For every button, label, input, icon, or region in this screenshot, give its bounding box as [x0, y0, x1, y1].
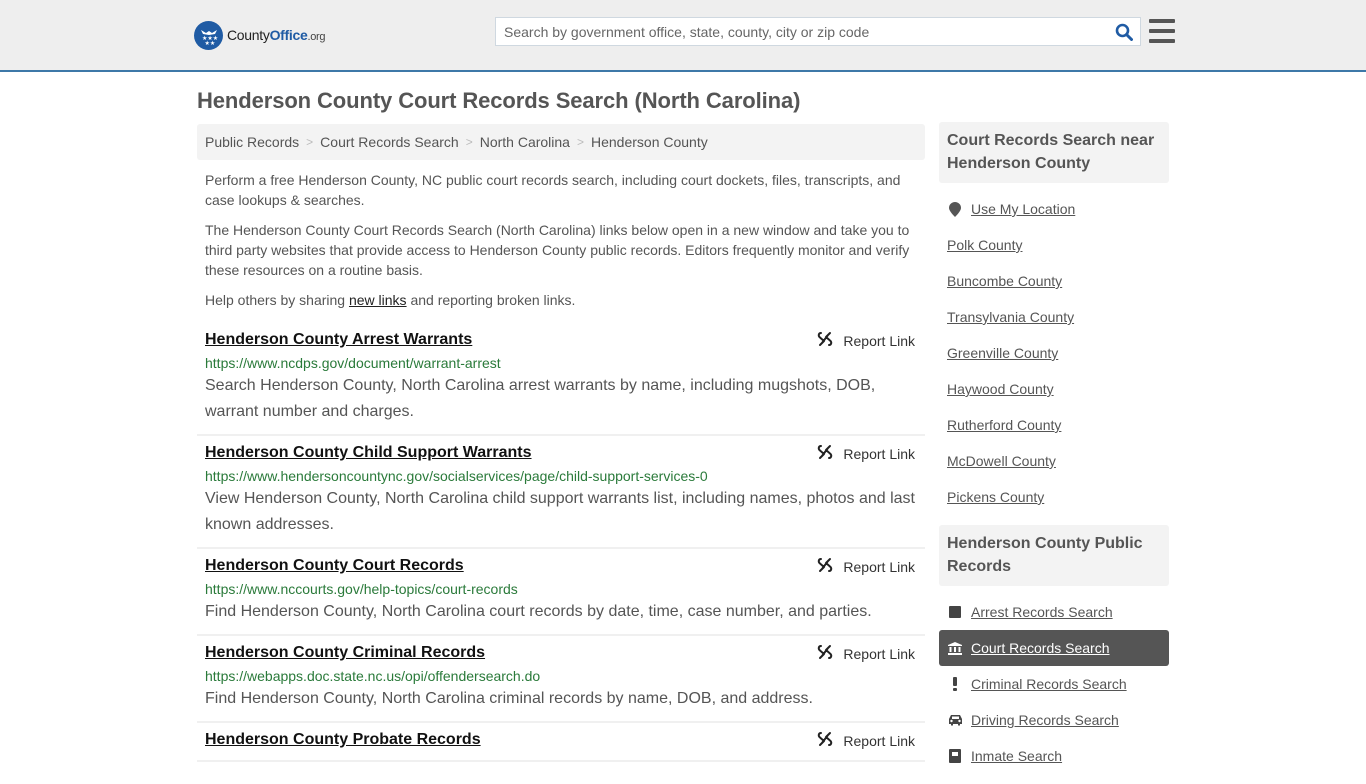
breadcrumb-north-carolina[interactable]: North Carolina — [480, 134, 570, 150]
public-records-list: Arrest Records Search Court Records Searc… — [939, 586, 1169, 784]
exclamation-icon — [947, 677, 963, 691]
car-icon — [947, 714, 963, 726]
public-records-heading: Henderson County Public Records — [939, 525, 1169, 586]
broken-link-icon — [817, 644, 843, 663]
report-link-button[interactable]: Report Link — [817, 557, 915, 576]
nearby-county-link[interactable]: Transylvania County — [947, 309, 1074, 325]
nearby-counties: Polk County Buncombe County Transylvania C… — [939, 227, 1169, 515]
result-title-link[interactable]: Henderson County Criminal Records — [205, 642, 485, 664]
nearby-county-item: Pickens County — [939, 479, 1169, 515]
public-records-item[interactable]: Criminal Records Search — [939, 666, 1169, 702]
result-description: View Henderson County, North Carolina ch… — [205, 490, 915, 533]
report-link-button[interactable]: Report Link — [817, 644, 915, 663]
breadcrumb: Public Records > Court Records Search > … — [197, 124, 925, 160]
public-records-item[interactable]: Driving Records Search — [939, 702, 1169, 738]
nearby-county-link[interactable]: Polk County — [947, 237, 1022, 253]
public-records-link[interactable]: Inmate Search — [971, 748, 1062, 764]
result-title-link[interactable]: Henderson County Arrest Warrants — [205, 329, 472, 351]
result-title-link[interactable]: Henderson County Probate Records — [205, 729, 481, 751]
nearby-county-item: McDowell County — [939, 443, 1169, 479]
nearby-county-link[interactable]: Greenville County — [947, 345, 1058, 361]
intro-paragraph-1: Perform a free Henderson County, NC publ… — [205, 172, 901, 208]
report-link-button[interactable]: Report Link — [817, 731, 915, 750]
eagle-stars-badge-icon: ★★★ ★★ — [194, 20, 223, 50]
result-item: Henderson County Court Records Report Lin… — [197, 549, 925, 636]
use-my-location-item: Use My Location — [939, 191, 1169, 227]
breadcrumb-separator: > — [576, 135, 584, 149]
report-link-label: Report Link — [843, 445, 915, 462]
report-link-label: Report Link — [843, 732, 915, 749]
result-item: Henderson County Criminal Records Report … — [197, 636, 925, 723]
logo-wordmark: CountyOffice.org — [227, 27, 326, 43]
nearby-list: Use My Location Polk County Buncombe Coun… — [939, 183, 1169, 525]
report-link-button[interactable]: Report Link — [817, 331, 915, 350]
result-url-link[interactable]: https://www.ncdps.gov/document/warrant-a… — [205, 353, 917, 373]
public-records-link[interactable]: Arrest Records Search — [971, 604, 1113, 620]
nearby-county-item: Haywood County — [939, 371, 1169, 407]
site-header: ★★★ ★★ CountyOffice.org — [0, 0, 1366, 72]
nearby-county-item: Transylvania County — [939, 299, 1169, 335]
public-records-item[interactable]: Inmate Search — [939, 738, 1169, 774]
breadcrumb-separator: > — [306, 135, 314, 149]
breadcrumb-separator: > — [465, 135, 473, 149]
breadcrumb-henderson-county[interactable]: Henderson County — [591, 134, 708, 150]
result-item: Henderson County Arrest Warrants Report L… — [197, 323, 925, 436]
result-url-link[interactable]: https://webapps.doc.state.nc.us/opi/offe… — [205, 666, 917, 686]
result-item: Henderson County Probate Records Report L… — [197, 723, 925, 762]
nearby-county-link[interactable]: Pickens County — [947, 489, 1044, 505]
results-list: Henderson County Arrest Warrants Report L… — [197, 323, 925, 762]
breadcrumb-public-records[interactable]: Public Records — [205, 134, 299, 150]
breadcrumb-court-records-search[interactable]: Court Records Search — [320, 134, 459, 150]
broken-link-icon — [817, 731, 843, 750]
public-records-link[interactable]: Criminal Records Search — [971, 676, 1127, 692]
result-url-link[interactable]: https://www.hendersoncountync.gov/social… — [205, 466, 917, 486]
search-box — [495, 17, 1141, 46]
report-link-button[interactable]: Report Link — [817, 444, 915, 463]
result-description: Find Henderson County, North Carolina cr… — [205, 690, 813, 707]
public-records-item[interactable]: Court Records Search — [939, 630, 1169, 666]
inmate-icon — [947, 749, 963, 763]
nearby-county-link[interactable]: Buncombe County — [947, 273, 1062, 289]
public-records-item[interactable]: Arrest Records Search — [939, 594, 1169, 630]
nearby-county-link[interactable]: McDowell County — [947, 453, 1056, 469]
search-input[interactable] — [496, 18, 1108, 45]
search-button[interactable] — [1108, 18, 1140, 45]
result-title-link[interactable]: Henderson County Court Records — [205, 555, 464, 577]
public-records-link[interactable]: Court Records Search — [971, 640, 1110, 656]
nearby-county-item: Polk County — [939, 227, 1169, 263]
nearby-county-item: Buncombe County — [939, 263, 1169, 299]
page-title: Henderson County Court Records Search (N… — [197, 88, 801, 113]
nearby-county-item: Rutherford County — [939, 407, 1169, 443]
intro-paragraph-3: Help others by sharing new links and rep… — [205, 292, 576, 308]
use-my-location-link[interactable]: Use My Location — [971, 201, 1075, 217]
nearby-heading: Court Records Search near Henderson Coun… — [939, 122, 1169, 183]
courthouse-icon — [947, 641, 963, 655]
broken-link-icon — [817, 557, 843, 576]
intro-paragraph-2: The Henderson County Court Records Searc… — [205, 222, 910, 278]
result-description: Search Henderson County, North Carolina … — [205, 377, 876, 420]
site-logo[interactable]: ★★★ ★★ CountyOffice.org — [194, 20, 326, 50]
result-item: Henderson County Child Support Warrants R… — [197, 436, 925, 549]
nearby-county-link[interactable]: Haywood County — [947, 381, 1054, 397]
hamburger-menu-icon[interactable] — [1149, 19, 1175, 43]
report-link-label: Report Link — [843, 645, 915, 662]
public-records-link[interactable]: Driving Records Search — [971, 712, 1119, 728]
broken-link-icon — [817, 444, 843, 463]
new-links-link[interactable]: new links — [349, 292, 407, 308]
sidebar: Court Records Search near Henderson Coun… — [939, 122, 1169, 784]
report-link-label: Report Link — [843, 558, 915, 575]
result-description: Find Henderson County, North Carolina co… — [205, 603, 872, 620]
search-icon — [1115, 23, 1133, 41]
map-pin-icon — [947, 201, 963, 217]
nearby-county-link[interactable]: Rutherford County — [947, 417, 1061, 433]
nearby-county-item: Greenville County — [939, 335, 1169, 371]
square-icon — [947, 606, 963, 618]
intro-text: Perform a free Henderson County, NC publ… — [205, 170, 920, 320]
result-title-link[interactable]: Henderson County Child Support Warrants — [205, 442, 532, 464]
result-url-link[interactable]: https://www.nccourts.gov/help-topics/cou… — [205, 579, 917, 599]
svg-text:★★: ★★ — [204, 40, 215, 46]
broken-link-icon — [817, 331, 843, 350]
report-link-label: Report Link — [843, 332, 915, 349]
